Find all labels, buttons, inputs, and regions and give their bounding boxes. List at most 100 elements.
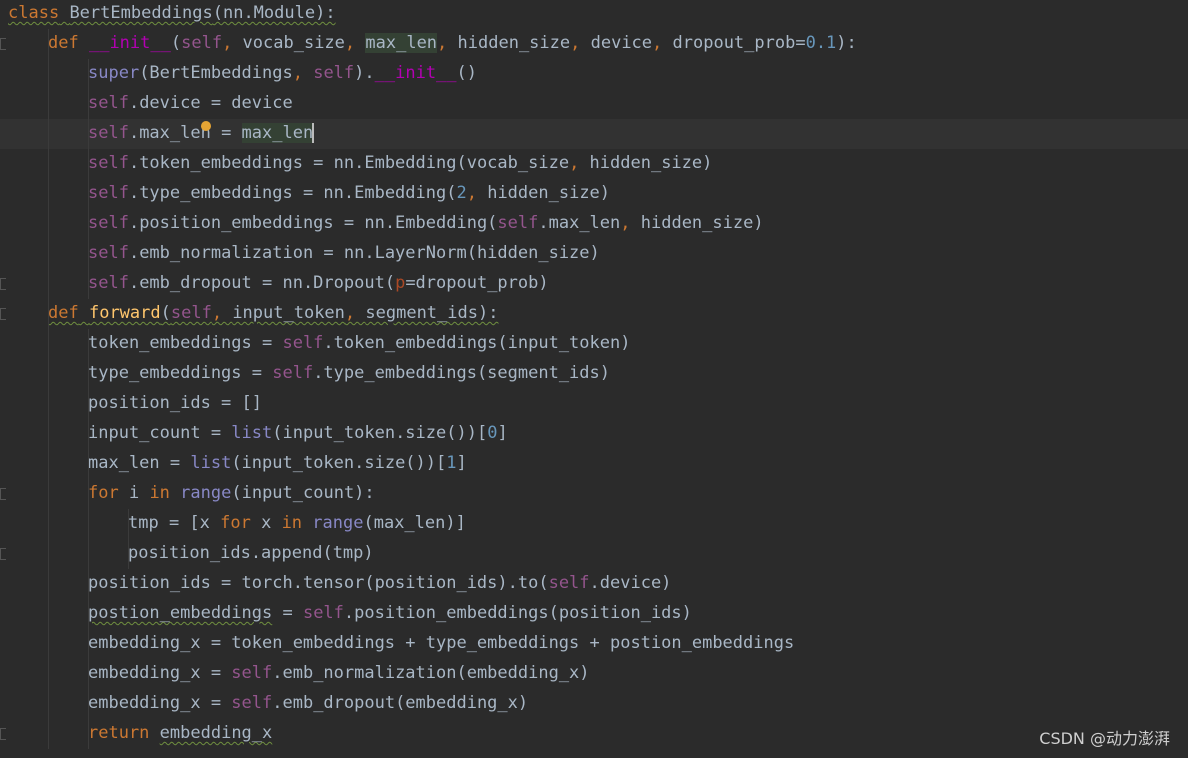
code-token: 0.1 (805, 33, 837, 53)
code-token: self (88, 273, 129, 293)
code-token: .type_embeddings = nn.Embedding( (128, 183, 457, 203)
code-token: ). (354, 63, 375, 83)
code-token: token_embeddings = (88, 333, 283, 353)
code-line[interactable]: tmp = [x for x in range(max_len)] (0, 509, 1188, 539)
code-line[interactable]: self.emb_dropout = nn.Dropout(p=dropout_… (0, 269, 1188, 299)
code-line[interactable]: self.emb_normalization = nn.LayerNorm(hi… (0, 239, 1188, 269)
code-token: class (8, 3, 60, 23)
code-token: .max_len = (128, 123, 242, 143)
code-token: self (88, 123, 129, 143)
code-line[interactable]: token_embeddings = self.token_embeddings… (0, 329, 1188, 359)
code-token: list (231, 423, 273, 443)
fold-marker-icon[interactable] (0, 278, 6, 290)
code-line[interactable]: position_ids.append(tmp) (0, 539, 1188, 569)
code-token: for (220, 513, 251, 533)
watermark: CSDN @动力澎湃 (1039, 729, 1170, 748)
code-token: for (88, 483, 119, 503)
fold-marker-icon[interactable] (0, 728, 6, 740)
code-token: self (88, 93, 129, 113)
code-token: ] (497, 423, 508, 443)
code-token: (input_token.size())[ (272, 423, 488, 443)
code-token: type_embeddings = (88, 363, 273, 383)
code-line[interactable]: embedding_x = self.emb_normalization(emb… (0, 659, 1188, 689)
code-token: segment_ids): (365, 303, 499, 323)
code-line[interactable]: self.type_embeddings = nn.Embedding(2, h… (0, 179, 1188, 209)
code-token: x (250, 513, 282, 533)
code-line[interactable]: position_ids = torch.tensor(position_ids… (0, 569, 1188, 599)
fold-marker-icon[interactable] (0, 38, 6, 50)
code-token: .type_embeddings(segment_ids) (313, 363, 610, 383)
code-token: , (292, 63, 314, 83)
code-token: self (170, 303, 212, 323)
code-token: self (88, 183, 129, 203)
code-line[interactable]: def __init__(self, vocab_size, max_len, … (0, 29, 1188, 59)
code-token: 2 (456, 183, 467, 203)
code-line[interactable]: self.device = device (0, 89, 1188, 119)
code-token: self (231, 693, 273, 713)
code-token: BertEmbeddings (69, 3, 213, 23)
code-line[interactable]: max_len = list(input_token.size())[1] (0, 449, 1188, 479)
code-editor[interactable]: class BertEmbeddings(nn.Module): def __in… (0, 0, 1188, 758)
code-line[interactable]: embedding_x = self.emb_dropout(embedding… (0, 689, 1188, 719)
code-token: .device) (589, 573, 672, 593)
code-token: super (88, 63, 140, 83)
code-token: input_token (232, 303, 345, 323)
code-line[interactable]: postion_embeddings = self.position_embed… (0, 599, 1188, 629)
indent-guide (128, 509, 129, 569)
code-token: , (569, 153, 590, 173)
code-token: ): (836, 33, 857, 53)
code-token: position_ids = torch.tensor(position_ids… (88, 573, 549, 593)
code-token: embedding_x = token_embeddings + type_em… (88, 633, 795, 653)
code-token: in (149, 483, 170, 503)
code-token: self (313, 63, 355, 83)
code-token: self (88, 153, 129, 173)
code-token: ( (170, 33, 182, 53)
code-line[interactable]: for i in range(input_count): (0, 479, 1188, 509)
code-line[interactable]: self.position_embeddings = nn.Embedding(… (0, 209, 1188, 239)
code-token: ] (456, 453, 467, 473)
fold-marker-icon[interactable] (0, 308, 6, 320)
code-token: device (590, 33, 653, 53)
code-token: self (88, 243, 129, 263)
code-token: , (344, 303, 366, 323)
code-line[interactable]: return embedding_x (0, 719, 1188, 749)
code-line[interactable]: super(BertEmbeddings, self).__init__() (0, 59, 1188, 89)
code-token: tmp = [x (128, 513, 221, 533)
code-line[interactable]: type_embeddings = self.type_embeddings(s… (0, 359, 1188, 389)
code-token: max_len (365, 33, 438, 53)
code-token: (input_count): (231, 483, 375, 503)
code-token: self (497, 213, 539, 233)
code-token: postion_embeddings (88, 603, 273, 623)
fold-marker-icon[interactable] (0, 488, 6, 500)
code-line[interactable]: class BertEmbeddings(nn.Module): (0, 0, 1188, 29)
code-line[interactable]: self.max_len = max_len (0, 119, 1188, 149)
code-token: __init__ (88, 33, 171, 53)
indent-guide (48, 29, 49, 749)
code-token: vocab_size (242, 33, 345, 53)
code-line[interactable]: embedding_x = token_embeddings + type_em… (0, 629, 1188, 659)
fold-marker-icon[interactable] (0, 548, 6, 560)
code-token: .emb_dropout(embedding_x) (272, 693, 529, 713)
code-token: self (181, 33, 223, 53)
code-token: = (272, 603, 303, 623)
code-line[interactable]: def forward(self, input_token, segment_i… (0, 299, 1188, 329)
code-line[interactable]: self.token_embeddings = nn.Embedding(voc… (0, 149, 1188, 179)
code-token: self (548, 573, 590, 593)
code-token: range (180, 483, 232, 503)
code-line[interactable]: input_count = list(input_token.size())[0… (0, 419, 1188, 449)
code-line[interactable]: position_ids = [] (0, 389, 1188, 419)
lightbulb-icon[interactable] (201, 121, 211, 131)
code-token: hidden_size (457, 33, 571, 53)
code-token: .max_len (538, 213, 621, 233)
code-token: .position_embeddings = nn.Embedding( (128, 213, 498, 233)
